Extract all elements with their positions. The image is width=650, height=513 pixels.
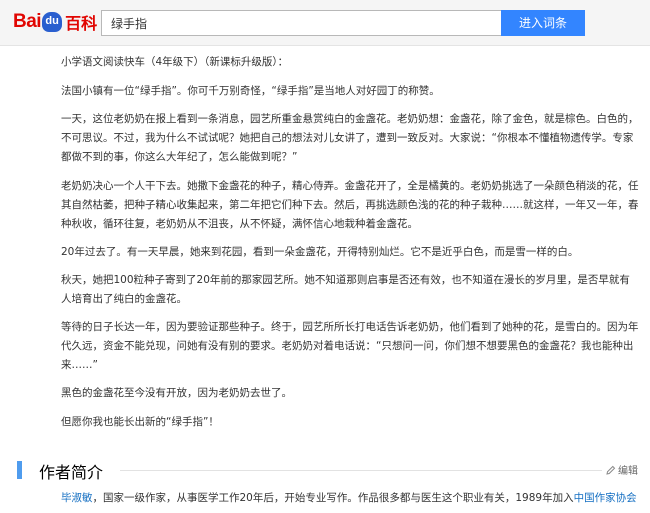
logo-text-bai: Bai [13,11,42,32]
pencil-icon [606,465,616,475]
article-paragraph: 老奶奶决心一个人干下去。她撒下金盏花的种子，精心侍弄。金盏花开了，全是橘黄的。老… [61,180,639,230]
edit-section-button[interactable]: 编辑 [606,462,638,477]
section-accent-bar [17,461,22,479]
section-divider [120,470,602,471]
edit-label: 编辑 [618,466,638,477]
article-paragraph: 一天，这位老奶奶在报上看到一条消息，园艺所重金悬赏纯白的金盏花。老奶奶想：金盏花… [61,113,639,163]
logo-text-baike: 百科 [65,16,98,33]
article-paragraph: 法国小镇有一位“绿手指”。你可千万别奇怪，“绿手指”是当地人对好园丁的称赞。 [61,85,440,97]
author-name-link[interactable]: 毕淑敏 [61,492,93,504]
logo-text-du: du [45,15,59,27]
article-paragraph: 等待的日子长达一年，因为要验证那些种子。终于，园艺所所长打电话告诉老奶奶，他们看… [61,321,639,371]
writers-association-link[interactable]: 中国作家协会 [574,492,637,504]
article-paragraph: 但愿你我也能长出新的“绿手指”！ [61,416,219,428]
article-paragraph: 黑色的金盏花至今没有开放，因为老奶奶去世了。 [61,387,292,399]
paw-icon: du [42,12,63,32]
search-input[interactable] [101,10,501,36]
article-paragraph: 20年过去了。有一天早晨，她来到花园，看到一朵金盏花，开得特别灿烂。它不是近乎白… [61,246,579,258]
top-header: Bai du 百科 进入词条 [0,0,650,46]
author-intro-text: ，国家一级作家，从事医学工作20年后，开始专业写作。作品很多都与医生这个职业有关… [92,492,574,504]
section-title-author: 作者简介 [39,465,104,482]
enter-entry-button[interactable]: 进入词条 [501,10,585,36]
author-intro-paragraph: 毕淑敏，国家一级作家，从事医学工作20年后，开始专业写作。作品很多都与医生这个职… [61,489,646,513]
article-paragraph: 秋天，她把100粒种子寄到了20年前的那家园艺所。她不知道那则启事是否还有效，也… [61,274,630,305]
article-paragraph: 小学语文阅读快车（4年级下）（新课标升级版）： [61,56,289,68]
baidu-baike-logo[interactable]: Bai du 百科 [13,9,97,35]
